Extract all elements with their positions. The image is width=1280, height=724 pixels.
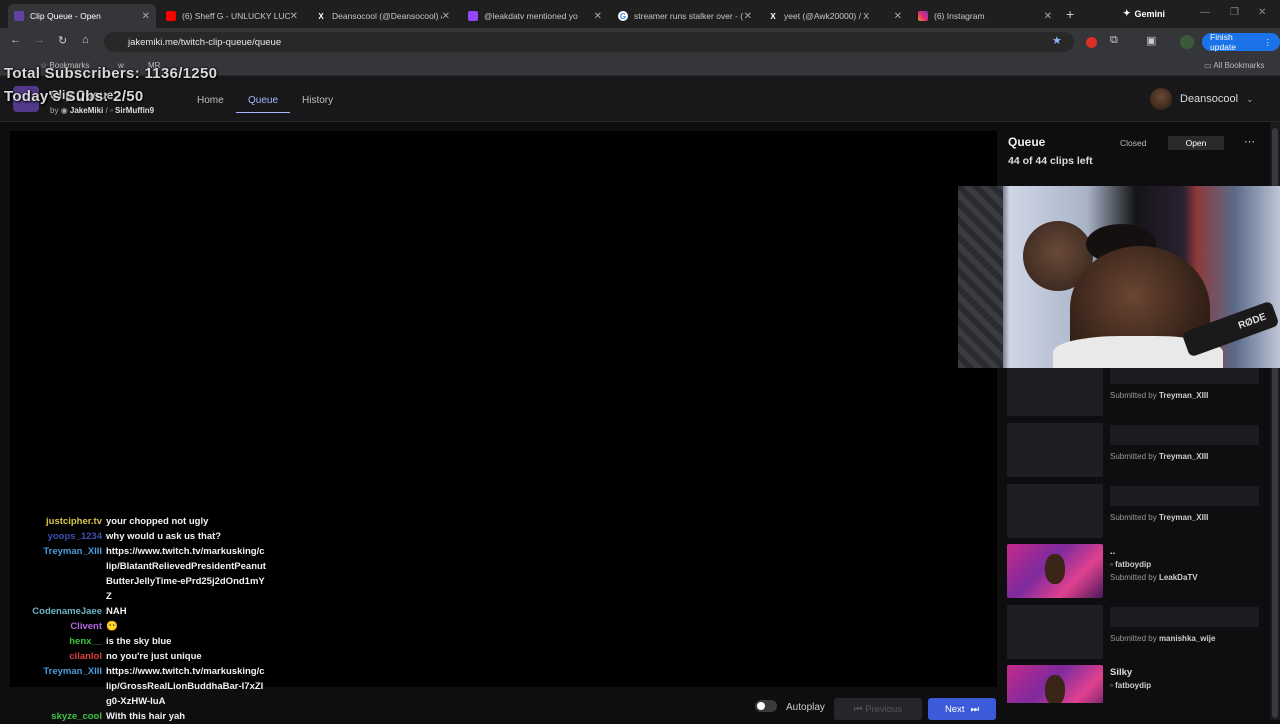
chat-message: cilanlol no you're just unique <box>69 651 202 662</box>
google-icon: G <box>618 11 628 21</box>
instagram-icon <box>918 11 928 21</box>
nav-history[interactable]: History <box>302 95 333 106</box>
chat-message: Treyman_XIII https://www.twitch.tv/markus… <box>43 546 266 602</box>
tab-clip-queue[interactable]: Clip Queue - Open ✕ <box>8 4 156 28</box>
tab-x-yeet[interactable]: X yeet (@Awk20000) / X ✕ <box>762 4 908 28</box>
chat-message: henx__ is the sky blue <box>69 636 172 647</box>
clip-thumbnail <box>1007 605 1103 659</box>
author-link[interactable]: SirMuffin9 <box>115 106 154 115</box>
folder-icon: ▭ <box>1204 61 1212 70</box>
close-tab-icon[interactable]: ✕ <box>142 11 150 22</box>
total-subscribers-overlay: Total Subscribers: 1136/1250 <box>4 65 218 82</box>
new-tab-icon[interactable]: + <box>1066 6 1074 22</box>
user-menu[interactable]: Deansocool ⌄ <box>1150 88 1254 110</box>
autoplay-label: Autoplay <box>786 701 825 713</box>
clip-title-placeholder <box>1110 425 1259 445</box>
tab-google-search[interactable]: G streamer runs stalker over - ( ✕ <box>612 4 758 28</box>
back-icon[interactable]: ← <box>10 34 21 46</box>
chat-overlay: justcipher.tv your chopped not ugly yoops… <box>14 514 274 724</box>
clip-title: Silky <box>1110 667 1133 678</box>
twitch-icon: ▫ <box>109 106 113 115</box>
clip-thumbnail <box>1007 665 1103 703</box>
nav-home[interactable]: Home <box>197 95 224 106</box>
more-horizontal-icon[interactable]: ⋯ <box>1244 135 1255 148</box>
twitch-icon <box>14 11 24 21</box>
tab-youtube[interactable]: (6) Sheff G - UNLUCKY LUCK ✕ <box>160 4 304 28</box>
nav-queue[interactable]: Queue <box>236 95 291 113</box>
avatar <box>1150 88 1172 110</box>
app-header <box>0 76 1280 122</box>
sidepanel-icon[interactable]: ▣ <box>1146 34 1156 47</box>
queue-item[interactable]: .. ▫ fatboydip Submitted by LeakDaTV <box>1007 544 1267 598</box>
chat-message: justcipher.tv your chopped not ugly <box>46 516 209 527</box>
gemini-icon: ✦ <box>1123 8 1131 18</box>
gemini-button[interactable]: ✦ Gemini <box>1123 8 1165 19</box>
chevron-down-icon: ⌄ <box>1246 93 1254 104</box>
next-button[interactable]: Next ⏭ <box>928 698 996 720</box>
twitch-icon: ▫ <box>1110 560 1113 569</box>
twitch-icon <box>468 11 478 21</box>
tab-twitch-mention[interactable]: @leakdatv mentioned yo ✕ <box>462 4 608 28</box>
webcam-overlay: RØDE <box>958 186 1280 368</box>
youtube-icon <box>166 11 176 21</box>
chat-message: CodenameJaee NAH <box>32 606 127 617</box>
reload-icon[interactable]: ↻ <box>58 34 67 47</box>
tab-instagram[interactable]: (6) Instagram ✕ <box>912 4 1058 28</box>
extension-icon[interactable] <box>1086 37 1097 48</box>
close-tab-icon[interactable]: ✕ <box>894 11 902 22</box>
app-byline: by ◉ JakeMiki / ▫ SirMuffin9 <box>50 106 155 115</box>
queue-closed-tab[interactable]: Closed <box>1120 136 1146 150</box>
close-window-icon[interactable]: ✕ <box>1258 7 1266 18</box>
close-tab-icon[interactable]: ✕ <box>442 11 450 22</box>
skip-forward-icon: ⏭ <box>970 703 980 715</box>
all-bookmarks[interactable]: ▭ All Bookmarks <box>1204 61 1264 70</box>
queue-item[interactable]: Submitted by Treyman_XIII <box>1007 484 1267 538</box>
skip-back-icon: ⏮ <box>853 703 863 715</box>
clip-thumbnail <box>1007 362 1103 416</box>
x-icon: X <box>770 11 776 21</box>
extensions-puzzle-icon[interactable]: ⧉ <box>1110 34 1118 47</box>
more-vert-icon: ⋮ <box>1263 36 1273 47</box>
close-tab-icon[interactable]: ✕ <box>744 11 752 22</box>
queue-item[interactable]: Submitted by Treyman_XIII <box>1007 362 1267 416</box>
minimize-icon[interactable]: — <box>1200 7 1210 18</box>
author-link[interactable]: JakeMiki <box>70 106 103 115</box>
clip-thumbnail <box>1007 544 1103 598</box>
chat-message: Treyman_XIII https://www.twitch.tv/markus… <box>43 666 265 707</box>
clip-thumbnail <box>1007 484 1103 538</box>
queue-title: Queue <box>1008 135 1046 149</box>
bookmark-star-icon[interactable]: ★ <box>1052 34 1062 47</box>
queue-item[interactable]: Submitted by manishka_wije <box>1007 605 1267 659</box>
clip-title-placeholder <box>1110 486 1259 506</box>
profile-avatar[interactable] <box>1180 35 1194 49</box>
today-subs-overlay: Today's Subs: 2/50 <box>4 88 144 105</box>
clip-thumbnail <box>1007 423 1103 477</box>
chat-message: yoops_1234 why would u ask us that? <box>47 531 222 542</box>
close-tab-icon[interactable]: ✕ <box>594 11 602 22</box>
twitch-icon: ▫ <box>1110 681 1113 690</box>
queue-count: 44 of 44 clips left <box>1008 155 1093 167</box>
queue-open-tab[interactable]: Open <box>1168 136 1224 150</box>
chat-message: skyze_cool With this hair yah <box>51 711 186 722</box>
previous-button[interactable]: ⏮ Previous <box>834 698 922 720</box>
url-bar[interactable]: jakemiki.me/twitch-clip-queue/queue <box>104 32 1074 52</box>
finish-update-button[interactable]: Finish update ⋮ <box>1202 32 1280 52</box>
autoplay-toggle[interactable] <box>755 700 777 712</box>
queue-item[interactable]: Silky ▫ fatboydip <box>1007 665 1267 703</box>
close-tab-icon[interactable]: ✕ <box>1044 11 1052 22</box>
clip-title: .. <box>1110 546 1116 557</box>
clip-title-placeholder <box>1110 607 1259 627</box>
github-icon: ◉ <box>60 106 68 115</box>
browser-tab-bar: Clip Queue - Open ✕ (6) Sheff G - UNLUCK… <box>0 0 1280 28</box>
x-icon: X <box>318 11 324 21</box>
chat-message: Clivent 😶 <box>70 621 118 632</box>
home-icon[interactable]: ⌂ <box>82 34 89 46</box>
maximize-icon[interactable]: ❐ <box>1230 7 1239 18</box>
forward-icon[interactable]: → <box>34 34 45 46</box>
close-tab-icon[interactable]: ✕ <box>290 11 298 22</box>
tab-x-deansocool[interactable]: X Deansocool (@Deansocool) / ✕ <box>310 4 456 28</box>
queue-item[interactable]: Submitted by Treyman_XIII <box>1007 423 1267 477</box>
